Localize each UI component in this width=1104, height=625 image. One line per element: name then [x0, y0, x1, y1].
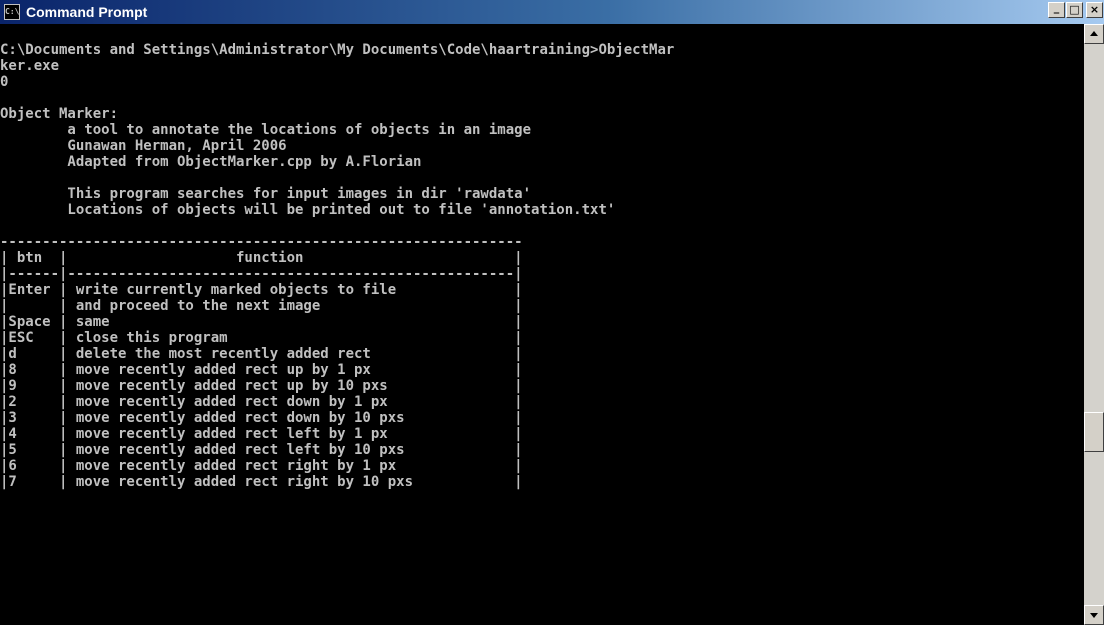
close-icon: × [1089, 3, 1100, 16]
console-line: |d | delete the most recently added rect… [0, 346, 523, 362]
console-output[interactable]: C:\Documents and Settings\Administrator\… [0, 24, 1084, 625]
console-line: Gunawan Herman, April 2006 [0, 138, 287, 154]
console-line: |Space | same | [0, 314, 523, 330]
command-prompt-window: C:\ Command Prompt _ □ × C:\Documents an… [0, 0, 1104, 625]
console-line: |------|--------------------------------… [0, 266, 523, 282]
maximize-icon: □ [1069, 3, 1080, 16]
console-line: a tool to annotate the locations of obje… [0, 122, 532, 138]
scroll-down-button[interactable] [1084, 605, 1104, 625]
console-line: ker.exe [0, 58, 60, 74]
console-line: |9 | move recently added rect up by 10 p… [0, 378, 523, 394]
console-line: C:\Documents and Settings\Administrator\… [0, 42, 675, 58]
console-line: ----------------------------------------… [0, 234, 523, 250]
scroll-up-button[interactable] [1084, 24, 1104, 44]
arrow-up-icon [1090, 31, 1098, 36]
minimize-icon: _ [1053, 1, 1060, 14]
console-line: Adapted from ObjectMarker.cpp by A.Flori… [0, 154, 422, 170]
scroll-thumb[interactable] [1084, 412, 1104, 452]
vertical-scrollbar[interactable] [1084, 24, 1104, 625]
console-text: C:\Documents and Settings\Administrator\… [0, 24, 1084, 490]
console-line: Locations of objects will be printed out… [0, 202, 616, 218]
console-line: 0 [0, 74, 9, 90]
console-line: |2 | move recently added rect down by 1 … [0, 394, 523, 410]
close-button[interactable]: × [1086, 2, 1103, 18]
title-bar[interactable]: C:\ Command Prompt _ □ × [0, 0, 1104, 24]
console-line: |3 | move recently added rect down by 10… [0, 410, 523, 426]
console-line: |4 | move recently added rect left by 1 … [0, 426, 523, 442]
console-line: This program searches for input images i… [0, 186, 532, 202]
maximize-button[interactable]: □ [1066, 2, 1083, 18]
console-line: |7 | move recently added rect right by 1… [0, 474, 523, 490]
console-line: |6 | move recently added rect right by 1… [0, 458, 523, 474]
console-line: Object Marker: [0, 106, 119, 122]
console-line: |8 | move recently added rect up by 1 px… [0, 362, 523, 378]
window-title: Command Prompt [26, 4, 148, 20]
console-line: | btn | function | [0, 250, 523, 266]
console-line: |Enter | write currently marked objects … [0, 282, 523, 298]
console-line: |ESC | close this program | [0, 330, 523, 346]
cmd-icon[interactable]: C:\ [4, 4, 20, 20]
minimize-button[interactable]: _ [1048, 1, 1065, 18]
console-line: | | and proceed to the next image | [0, 298, 523, 314]
console-line: |5 | move recently added rect left by 10… [0, 442, 523, 458]
arrow-down-icon [1090, 613, 1098, 618]
